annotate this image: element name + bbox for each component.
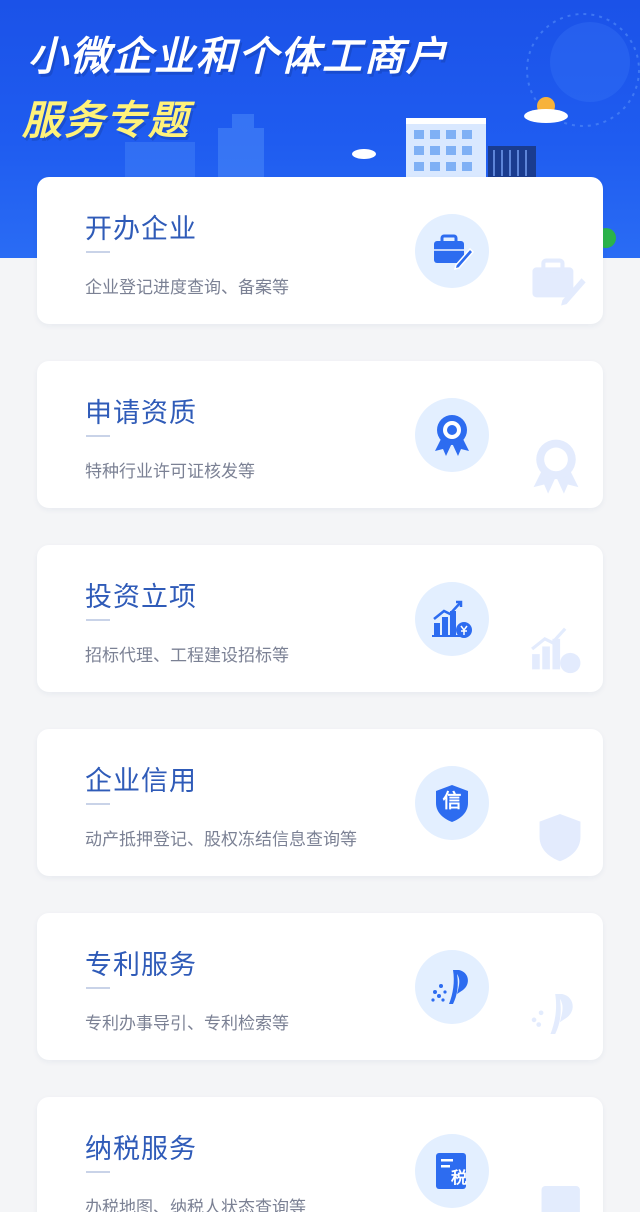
service-card-qualification[interactable]: 申请资质 特种行业许可证核发等 <box>37 361 603 508</box>
tax-document-watermark-icon <box>541 1186 580 1212</box>
card-title: 专利服务 <box>85 950 197 981</box>
tax-document-icon: 税 <box>415 1134 489 1208</box>
award-ribbon-icon <box>415 398 489 472</box>
service-card-investment-project[interactable]: 投资立项 招标代理、工程建设招标等 <box>37 545 603 692</box>
divider <box>86 619 110 621</box>
card-title: 投资立项 <box>85 582 197 613</box>
divider <box>86 803 110 805</box>
divider <box>86 251 110 253</box>
divider <box>86 1171 110 1173</box>
banner-subtitle: 服务专题 <box>22 98 190 144</box>
card-description: 特种行业许可证核发等 <box>85 462 255 482</box>
patent-logo-watermark-icon <box>531 994 573 1034</box>
credit-shield-watermark-icon <box>539 814 581 862</box>
service-card-enterprise-credit[interactable]: 企业信用 动产抵押登记、股权冻结信息查询等 信 <box>37 729 603 876</box>
patent-logo-icon <box>415 950 489 1024</box>
service-card-patent[interactable]: 专利服务 专利办事导引、专利检索等 <box>37 913 603 1060</box>
card-description: 专利办事导引、专利检索等 <box>85 1014 289 1034</box>
divider <box>86 987 110 989</box>
divider <box>86 435 110 437</box>
tax-icon-glyph: 税 <box>450 1168 467 1187</box>
briefcase-pen-icon <box>415 214 489 288</box>
award-ribbon-watermark-icon <box>533 439 579 494</box>
credit-shield-icon: 信 <box>415 766 489 840</box>
service-card-business-startup[interactable]: 开办企业 企业登记进度查询、备案等 <box>37 177 603 324</box>
card-title: 企业信用 <box>85 766 197 797</box>
card-description: 办税地图、纳税人状态查询等 <box>85 1198 306 1212</box>
bar-chart-yen-watermark-icon <box>531 627 581 674</box>
banner-title: 小微企业和个体工商户 <box>28 34 448 80</box>
bar-chart-yen-icon <box>415 582 489 656</box>
card-description: 企业登记进度查询、备案等 <box>85 278 289 298</box>
service-card-tax[interactable]: 纳税服务 办税地图、纳税人状态查询等 税 <box>37 1097 603 1212</box>
credit-icon-glyph: 信 <box>442 790 462 812</box>
card-description: 招标代理、工程建设招标等 <box>85 646 289 666</box>
card-title: 申请资质 <box>85 398 197 429</box>
card-description: 动产抵押登记、股权冻结信息查询等 <box>85 830 357 850</box>
card-title: 纳税服务 <box>85 1134 197 1165</box>
card-title: 开办企业 <box>85 214 197 245</box>
briefcase-pen-watermark-icon <box>532 258 586 306</box>
